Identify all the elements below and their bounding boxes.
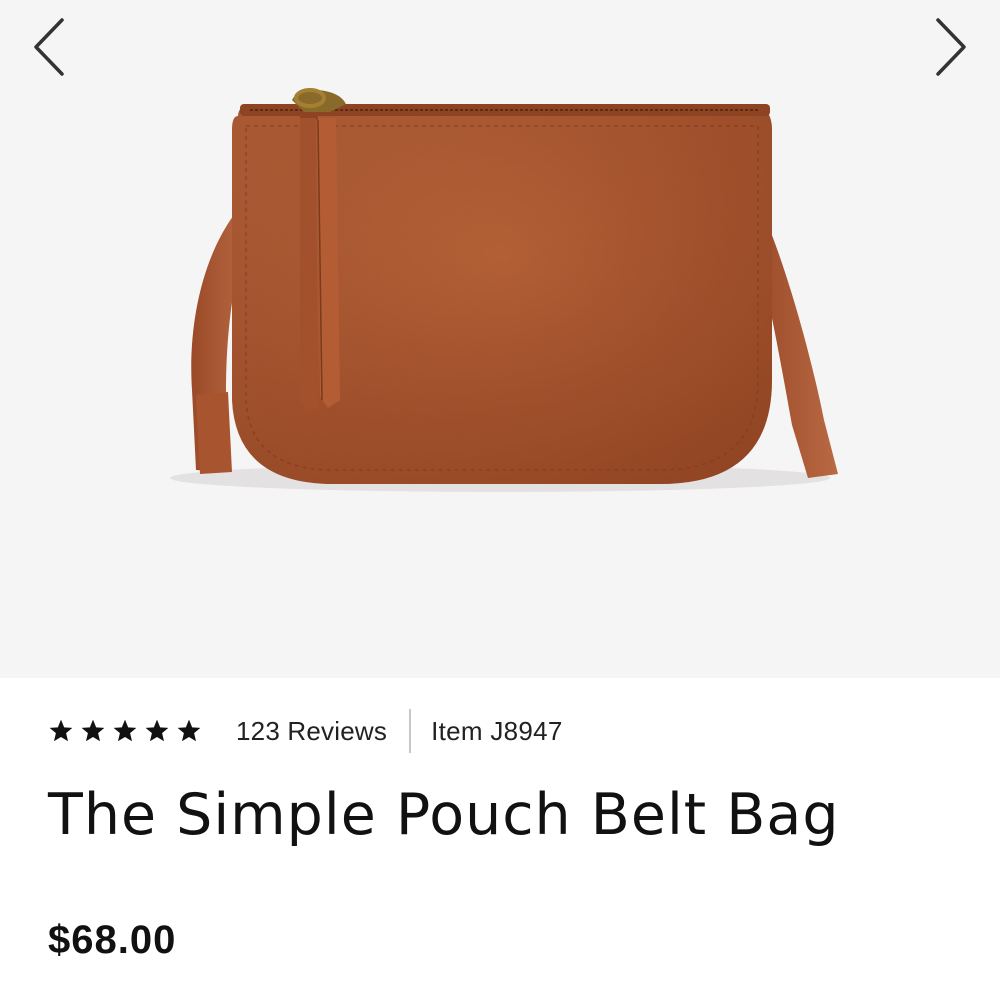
next-image-button[interactable] xyxy=(932,14,972,80)
chevron-right-icon xyxy=(936,18,966,76)
product-title: The Simple Pouch Belt Bag xyxy=(48,782,840,848)
previous-image-button[interactable] xyxy=(28,14,68,80)
reviews-link[interactable]: 123 Reviews xyxy=(236,716,387,747)
product-info: 123 Reviews Item J8947 The Simple Pouch … xyxy=(0,678,1000,1000)
product-price: $68.00 xyxy=(48,918,177,962)
star-icon xyxy=(49,719,73,742)
product-image xyxy=(170,88,838,492)
item-number: Item J8947 xyxy=(431,715,563,746)
product-meta-row: 123 Reviews Item J8947 xyxy=(48,708,563,754)
meta-divider xyxy=(409,709,412,753)
rating-stars[interactable] xyxy=(48,718,202,744)
product-image-gallery[interactable] xyxy=(0,0,1000,678)
star-icon xyxy=(113,719,137,742)
star-icon xyxy=(81,719,105,742)
star-icon xyxy=(177,719,201,742)
chevron-left-icon xyxy=(34,18,64,76)
star-icon xyxy=(145,719,169,742)
